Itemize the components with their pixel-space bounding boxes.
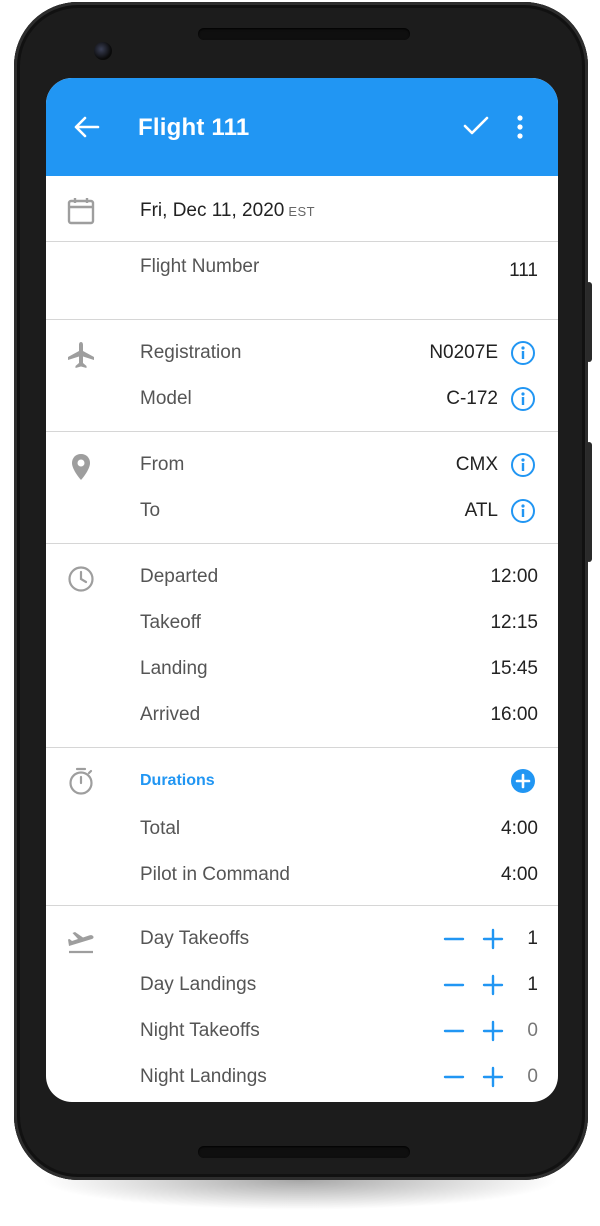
landings-section: Day Takeoffs 1 Day Landings 1 Night Take…	[46, 906, 558, 1102]
takeoff-label: Takeoff	[140, 612, 201, 633]
model-label: Model	[140, 388, 192, 409]
timezone-label: EST	[288, 204, 316, 219]
landing-row[interactable]: Landing 15:45	[46, 646, 558, 692]
top-speaker	[198, 28, 410, 40]
date-section[interactable]: Fri, Dec 11, 2020 EST	[46, 176, 558, 242]
day-landings-minus-icon[interactable]	[442, 973, 466, 997]
volume-button	[586, 442, 592, 562]
aircraft-section: Registration N0207E Model C-172	[46, 320, 558, 432]
to-row[interactable]: To ATL	[46, 488, 558, 534]
calendar-icon	[67, 198, 95, 225]
front-camera	[94, 42, 112, 60]
day-takeoffs-row: Day Takeoffs 1	[46, 916, 558, 962]
registration-value: N0207E	[429, 342, 498, 363]
night-takeoffs-plus-icon[interactable]	[481, 1019, 505, 1043]
arrived-row[interactable]: Arrived 16:00	[46, 692, 558, 738]
route-section: From CMX To ATL	[46, 432, 558, 544]
takeoff-row[interactable]: Takeoff 12:15	[46, 600, 558, 646]
takeoff-value: 12:15	[490, 612, 538, 633]
model-row[interactable]: Model C-172	[46, 376, 558, 422]
times-section: Departed 12:00 Takeoff 12:15 Landing 15:…	[46, 544, 558, 748]
arrived-label: Arrived	[140, 704, 201, 725]
check-icon[interactable]	[462, 114, 490, 138]
registration-label: Registration	[140, 342, 242, 363]
day-landings-plus-icon[interactable]	[481, 973, 505, 997]
day-takeoffs-plus-icon[interactable]	[481, 927, 505, 951]
day-landings-row: Day Landings 1	[46, 962, 558, 1008]
flight-number-section: Flight Number 111	[46, 252, 558, 320]
app-bar: Flight 111	[46, 78, 558, 176]
durations-header: Durations	[46, 748, 558, 812]
arrow-left-icon[interactable]	[72, 115, 100, 139]
durations-title: Durations	[140, 772, 215, 789]
night-landings-row: Night Landings 0	[46, 1054, 558, 1100]
bottom-speaker	[198, 1146, 410, 1158]
model-info-icon[interactable]	[510, 386, 536, 412]
day-landings-label: Day Landings	[140, 974, 257, 995]
more-vertical-icon[interactable]	[512, 114, 528, 140]
landing-label: Landing	[140, 658, 208, 679]
pic-row[interactable]: Pilot in Command 4:00	[46, 852, 558, 898]
departed-value: 12:00	[490, 566, 538, 587]
day-takeoffs-value: 1	[527, 928, 538, 949]
from-label: From	[140, 454, 185, 475]
night-landings-value: 0	[527, 1066, 538, 1087]
app-screen: Flight 111 Fri, Dec 11, 2020 EST Flight N…	[46, 78, 558, 1102]
total-label: Total	[140, 818, 181, 839]
from-info-icon[interactable]	[510, 452, 536, 478]
pic-label: Pilot in Command	[140, 864, 290, 885]
flight-number-row[interactable]: Flight Number 111	[46, 252, 558, 298]
arrived-value: 16:00	[490, 704, 538, 725]
flight-number-label: Flight Number	[140, 256, 260, 277]
night-landings-label: Night Landings	[140, 1066, 267, 1087]
add-duration-icon[interactable]	[510, 768, 536, 794]
night-landings-plus-icon[interactable]	[481, 1065, 505, 1089]
departed-label: Departed	[140, 566, 219, 587]
date-value: Fri, Dec 11, 2020	[140, 200, 285, 221]
from-value: CMX	[455, 454, 498, 475]
day-takeoffs-label: Day Takeoffs	[140, 928, 250, 949]
to-label: To	[140, 500, 161, 521]
total-row[interactable]: Total 4:00	[46, 806, 558, 852]
page-title: Flight 111	[138, 114, 250, 141]
night-takeoffs-label: Night Takeoffs	[140, 1020, 260, 1041]
registration-row[interactable]: Registration N0207E	[46, 330, 558, 376]
durations-section: Durations Total 4:00 Pilot in Command 4:…	[46, 748, 558, 906]
pic-value: 4:00	[501, 864, 538, 885]
night-takeoffs-minus-icon[interactable]	[442, 1019, 466, 1043]
to-info-icon[interactable]	[510, 498, 536, 524]
day-takeoffs-minus-icon[interactable]	[442, 927, 466, 951]
to-value: ATL	[464, 500, 498, 521]
night-takeoffs-value: 0	[527, 1020, 538, 1041]
night-landings-minus-icon[interactable]	[442, 1065, 466, 1089]
day-landings-value: 1	[527, 974, 538, 995]
total-value: 4:00	[501, 818, 538, 839]
flight-date: Fri, Dec 11, 2020 EST	[140, 200, 315, 222]
registration-info-icon[interactable]	[510, 340, 536, 366]
flight-number-value: 111	[509, 260, 538, 281]
night-takeoffs-row: Night Takeoffs 0	[46, 1008, 558, 1054]
model-value: C-172	[446, 388, 498, 409]
departed-row[interactable]: Departed 12:00	[46, 554, 558, 600]
landing-value: 15:45	[490, 658, 538, 679]
power-button	[586, 282, 592, 362]
from-row[interactable]: From CMX	[46, 442, 558, 488]
